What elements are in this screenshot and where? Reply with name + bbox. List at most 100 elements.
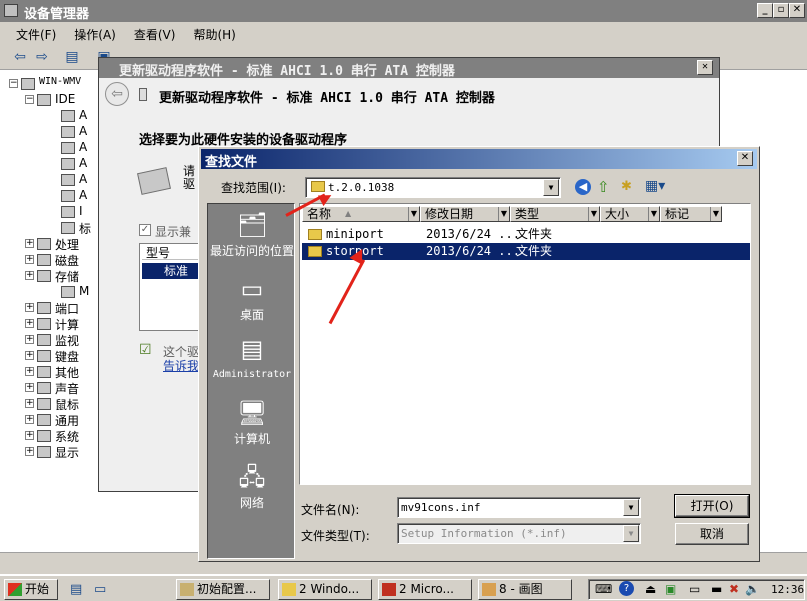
back-icon[interactable]: ⇦ — [12, 49, 28, 65]
expand-icon[interactable]: + — [25, 431, 34, 440]
column-name[interactable]: 名称 ▲ ▼ — [302, 206, 420, 222]
network-status-icon[interactable]: ▣ — [665, 582, 676, 596]
place-desktop[interactable]: ▭ 桌面 — [208, 274, 296, 323]
model-item[interactable]: 标准 — [142, 263, 200, 279]
forward-icon[interactable]: ⇨ — [34, 49, 50, 65]
device-icon — [61, 222, 75, 234]
recent-places-icon: 🗂 — [237, 211, 268, 239]
look-in-combo[interactable]: t.2.0.1038 ▼ — [305, 177, 561, 198]
alert-icon[interactable]: ✖ — [729, 582, 739, 596]
file-row-miniport[interactable]: miniport 2013/6/24 ... 文件夹 — [302, 226, 750, 243]
devmgr-menubar: 文件(F) 操作(A) 查看(V) 帮助(H) — [0, 22, 807, 44]
drive-text: 驱 — [183, 177, 196, 191]
task-windows-explorer[interactable]: 2 Windo... — [278, 579, 372, 600]
usb-icon[interactable]: ⏏ — [645, 582, 656, 596]
console-tree-icon[interactable]: ▤ — [64, 49, 80, 65]
filetype-select[interactable]: Setup Information (*.inf) ▼ — [397, 523, 641, 544]
new-folder-icon[interactable]: ✱ — [621, 179, 632, 194]
menu-view[interactable]: 查看(V) — [134, 26, 176, 44]
find-dialog-close-button[interactable]: ✕ — [737, 151, 753, 166]
chevron-down-icon[interactable]: ▼ — [408, 207, 419, 221]
open-button[interactable]: 打开(O) — [674, 494, 750, 518]
expand-icon[interactable]: + — [25, 415, 34, 424]
expand-icon[interactable]: + — [25, 351, 34, 360]
view-menu-icon[interactable]: ▦▾ — [645, 178, 665, 194]
place-network[interactable]: 🖧 网络 — [208, 462, 296, 511]
tree-item-label: A — [79, 140, 88, 154]
expand-icon[interactable]: + — [25, 367, 34, 376]
tree-item-label: 处理 — [55, 238, 80, 252]
update-dialog-close-button[interactable]: ✕ — [697, 60, 713, 75]
disk-icon[interactable]: ▬ — [711, 582, 722, 596]
device-tree[interactable]: − WIN-WMV − IDE A A A A A A I 标 + 处理 + 磁盘 + 存储 M + 端口 + 计算 + 监视 +… — [9, 72, 101, 552]
taskbar: 开始 ▤ ▭ 初始配置... 2 Windo... 2 Micro... 8 -… — [0, 575, 807, 601]
menu-help[interactable]: 帮助(H) — [193, 26, 235, 44]
show-desktop-icon[interactable]: ▭ — [94, 582, 106, 597]
collapse-icon[interactable]: − — [25, 95, 34, 104]
expand-icon[interactable]: + — [25, 255, 34, 264]
tell-me-link[interactable]: 告诉我 — [163, 357, 199, 374]
place-computer[interactable]: 🖥 计算机 — [208, 398, 296, 447]
device-status-icon[interactable]: ▭ — [689, 582, 700, 596]
chevron-down-icon[interactable]: ▼ — [543, 179, 559, 196]
expand-icon[interactable]: + — [25, 447, 34, 456]
start-button[interactable]: 开始 — [4, 579, 58, 600]
cancel-button[interactable]: 取消 — [675, 523, 749, 545]
up-folder-icon[interactable]: ⇧ — [597, 178, 610, 196]
menu-action[interactable]: 操作(A) — [74, 26, 116, 44]
volume-icon[interactable]: 🔈 — [745, 582, 760, 596]
menu-file[interactable]: 文件(F) — [16, 26, 56, 44]
device-icon — [139, 88, 147, 101]
expand-icon[interactable]: + — [25, 239, 34, 248]
back-icon[interactable]: ◀ — [575, 179, 591, 195]
expand-icon[interactable]: + — [25, 271, 34, 280]
server-manager-icon[interactable]: ▤ — [70, 582, 82, 597]
keyboard-icon[interactable]: ⌨ — [595, 582, 612, 596]
devmgr-titlebar: 设备管理器 _ ▫ ✕ — [0, 0, 807, 22]
device-icon — [61, 126, 75, 138]
expand-icon[interactable]: + — [25, 303, 34, 312]
show-compatible-checkbox[interactable]: ✓ — [139, 224, 151, 236]
chevron-down-icon[interactable]: ▼ — [648, 207, 659, 221]
user-folder-icon: ▤ — [240, 335, 264, 363]
task-initial-config[interactable]: 初始配置... — [176, 579, 270, 600]
clock: 12:36 — [771, 583, 805, 596]
place-user[interactable]: ▤ Administrator — [208, 334, 296, 380]
tree-item-label: 端口 — [55, 302, 80, 316]
chevron-down-icon[interactable]: ▼ — [623, 499, 639, 516]
tree-item-label: I — [79, 204, 83, 218]
expand-icon[interactable]: + — [25, 335, 34, 344]
back-arrow-icon[interactable]: ⇦ — [105, 82, 129, 106]
chevron-down-icon[interactable]: ▼ — [588, 207, 599, 221]
column-size[interactable]: 大小 ▼ — [600, 206, 660, 222]
column-date[interactable]: 修改日期 ▼ — [420, 206, 510, 222]
device-icon — [37, 414, 51, 426]
task-microsoft[interactable]: 2 Micro... — [378, 579, 472, 600]
device-icon — [37, 398, 51, 410]
column-type[interactable]: 类型 ▼ — [510, 206, 600, 222]
file-row-storport[interactable]: storport 2013/6/24 ... 文件夹 — [302, 243, 750, 260]
chevron-down-icon[interactable]: ▼ — [623, 525, 639, 542]
close-button[interactable]: ✕ — [789, 3, 805, 18]
expand-icon[interactable]: + — [25, 399, 34, 408]
minimize-button[interactable]: _ — [757, 3, 773, 18]
expand-icon[interactable]: + — [25, 383, 34, 392]
look-in-label: 查找范围(I): — [221, 181, 286, 195]
collapse-icon[interactable]: − — [9, 79, 18, 88]
chevron-down-icon[interactable]: ▼ — [498, 207, 509, 221]
place-recent[interactable]: 🗂 最近访问的位置 — [208, 210, 296, 259]
chevron-down-icon[interactable]: ▼ — [710, 207, 721, 221]
column-tags[interactable]: 标记 ▼ — [660, 206, 722, 222]
model-list[interactable]: 型号 标准 — [139, 243, 201, 331]
file-list[interactable]: 名称 ▲ ▼ 修改日期 ▼ 类型 ▼ 大小 ▼ 标记 ▼ miniport 2013/6/2… — [299, 203, 751, 485]
maximize-button[interactable]: ▫ — [773, 3, 789, 18]
filename-input[interactable]: mv91cons.inf ▼ — [397, 497, 641, 518]
task-paint[interactable]: 8 - 画图 — [478, 579, 572, 600]
expand-icon[interactable]: + — [25, 319, 34, 328]
device-icon — [61, 158, 75, 170]
help-icon[interactable]: ? — [619, 581, 634, 596]
system-tray: ⌨ ? ⏏ ▣ ▭ ▬ ✖ 🔈 12:36 — [588, 579, 805, 600]
device-icon — [37, 382, 51, 394]
tree-item-label: 鼠标 — [55, 398, 80, 412]
tree-item-label: 存储 — [55, 270, 80, 284]
